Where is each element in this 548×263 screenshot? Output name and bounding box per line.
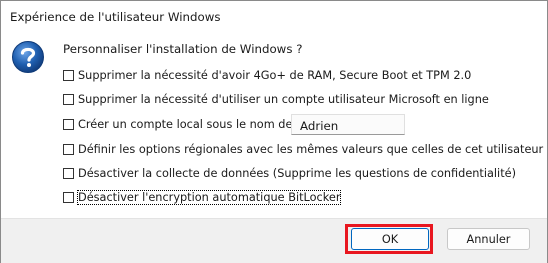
option-remove-online-account[interactable]: Supprimer la nécessité d'utiliser un com… bbox=[63, 91, 489, 107]
option-remove-hardware-requirements[interactable]: Supprimer la nécessité d'avoir 4Go+ de R… bbox=[63, 67, 471, 83]
checkbox[interactable] bbox=[63, 93, 74, 105]
cancel-button[interactable]: Annuler bbox=[447, 228, 530, 250]
option-label: Supprimer la nécessité d'utiliser un com… bbox=[78, 92, 489, 106]
option-disable-data-collection[interactable]: Désactiver la collecte de données (Suppr… bbox=[63, 165, 516, 181]
checkbox[interactable] bbox=[63, 118, 74, 130]
option-create-local-account[interactable]: Créer un compte local sous le nom de : bbox=[63, 116, 300, 132]
question-mark-icon bbox=[11, 40, 45, 74]
option-regional-settings[interactable]: Définir les options régionales avec les … bbox=[63, 141, 543, 157]
checkbox[interactable] bbox=[63, 143, 74, 155]
window-title: Expérience de l'utilisateur Windows bbox=[10, 10, 221, 24]
option-label: Supprimer la nécessité d'avoir 4Go+ de R… bbox=[78, 68, 472, 82]
option-label: Désactiver la collecte de données (Suppr… bbox=[78, 166, 516, 180]
option-label: Créer un compte local sous le nom de : bbox=[78, 117, 300, 131]
dialog-question: Personnaliser l'installation de Windows … bbox=[63, 42, 303, 56]
option-label: Définir les options régionales avec les … bbox=[78, 142, 544, 156]
checkbox[interactable] bbox=[63, 191, 74, 203]
checkbox[interactable] bbox=[63, 69, 74, 81]
ok-button[interactable]: OK bbox=[351, 228, 429, 250]
local-account-name-input[interactable] bbox=[291, 114, 405, 135]
checkbox[interactable] bbox=[63, 167, 74, 179]
option-label: Désactiver l'encryption automatique BitL… bbox=[76, 189, 342, 205]
title-bar[interactable]: Expérience de l'utilisateur Windows bbox=[1, 1, 547, 35]
option-disable-bitlocker[interactable]: Désactiver l'encryption automatique BitL… bbox=[63, 189, 342, 205]
